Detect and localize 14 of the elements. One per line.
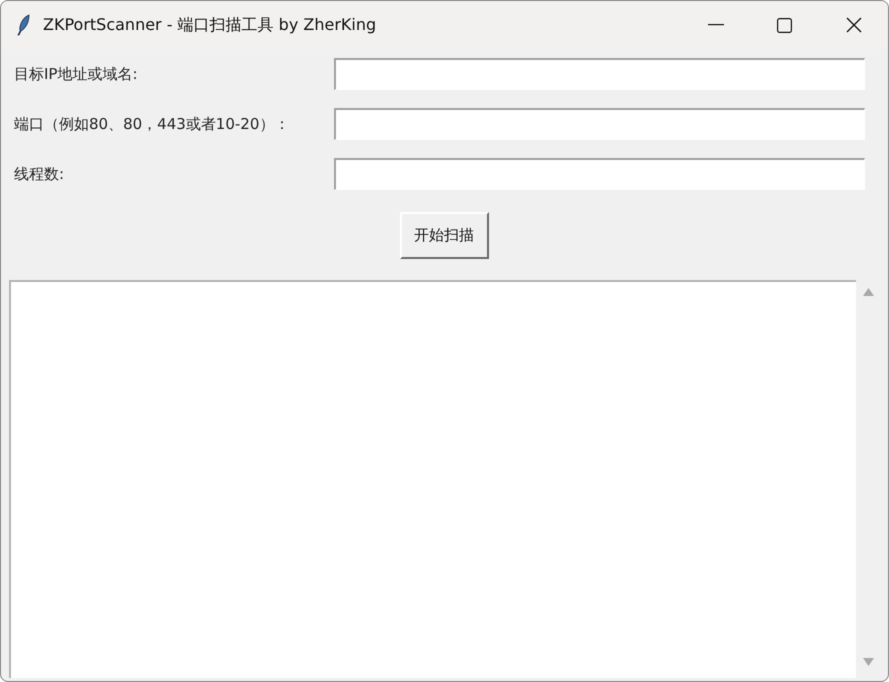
- feather-icon: [17, 14, 31, 36]
- field-label: 端口（例如80、80，443或者10-20）：: [13, 114, 290, 134]
- input-field[interactable]: [334, 58, 865, 90]
- field-label: 线程数:: [13, 164, 66, 184]
- field-label: 目标IP地址或域名:: [13, 64, 139, 84]
- maximize-icon[interactable]: [777, 18, 792, 32]
- scroll-down-icon[interactable]: [862, 658, 874, 666]
- window-title: ZKPortScanner - 端口扫描工具 by ZherKing: [43, 14, 378, 36]
- minimize-icon[interactable]: [708, 24, 724, 26]
- close-icon[interactable]: [846, 17, 862, 33]
- input-field[interactable]: [334, 158, 865, 190]
- scroll-up-icon[interactable]: [862, 288, 874, 296]
- start-scan-button[interactable]: 开始扫描: [400, 212, 488, 259]
- input-field[interactable]: [334, 108, 865, 140]
